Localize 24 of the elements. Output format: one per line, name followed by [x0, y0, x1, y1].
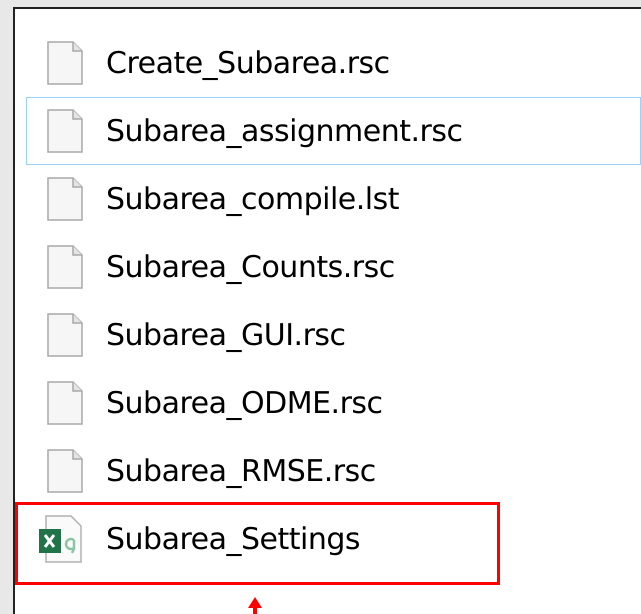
file-item[interactable]: Create_Subarea.rsc — [26, 29, 641, 97]
file-name: Subarea_ODME.rsc — [106, 384, 383, 422]
file-item[interactable]: Subarea_GUI.rsc — [26, 301, 641, 369]
file-item[interactable]: Subarea_assignment.rsc — [26, 97, 641, 165]
file-icon — [47, 177, 83, 221]
file-item[interactable]: Subarea_Counts.rsc — [26, 233, 641, 301]
file-icon — [47, 109, 83, 153]
file-name: Subarea_Settings — [106, 520, 360, 558]
file-icon — [47, 245, 83, 289]
file-icon — [47, 449, 83, 493]
file-item[interactable]: Subarea_RMSE.rsc — [26, 437, 641, 505]
file-item[interactable]: Subarea_ODME.rsc — [26, 369, 641, 437]
file-item[interactable]: Subarea_compile.lst — [26, 165, 641, 233]
file-name: Subarea_compile.lst — [106, 180, 400, 218]
file-name: Create_Subarea.rsc — [106, 44, 390, 82]
file-icon — [47, 313, 83, 357]
file-name: Subarea_GUI.rsc — [106, 316, 346, 354]
arrow-icon — [247, 596, 263, 614]
file-icon — [47, 381, 83, 425]
file-icon — [47, 41, 83, 85]
file-name: Subarea_RMSE.rsc — [106, 452, 376, 490]
file-name: Subarea_Counts.rsc — [106, 248, 395, 286]
file-item[interactable]: Subarea_Settings — [26, 505, 641, 573]
file-name: Subarea_assignment.rsc — [106, 112, 462, 150]
